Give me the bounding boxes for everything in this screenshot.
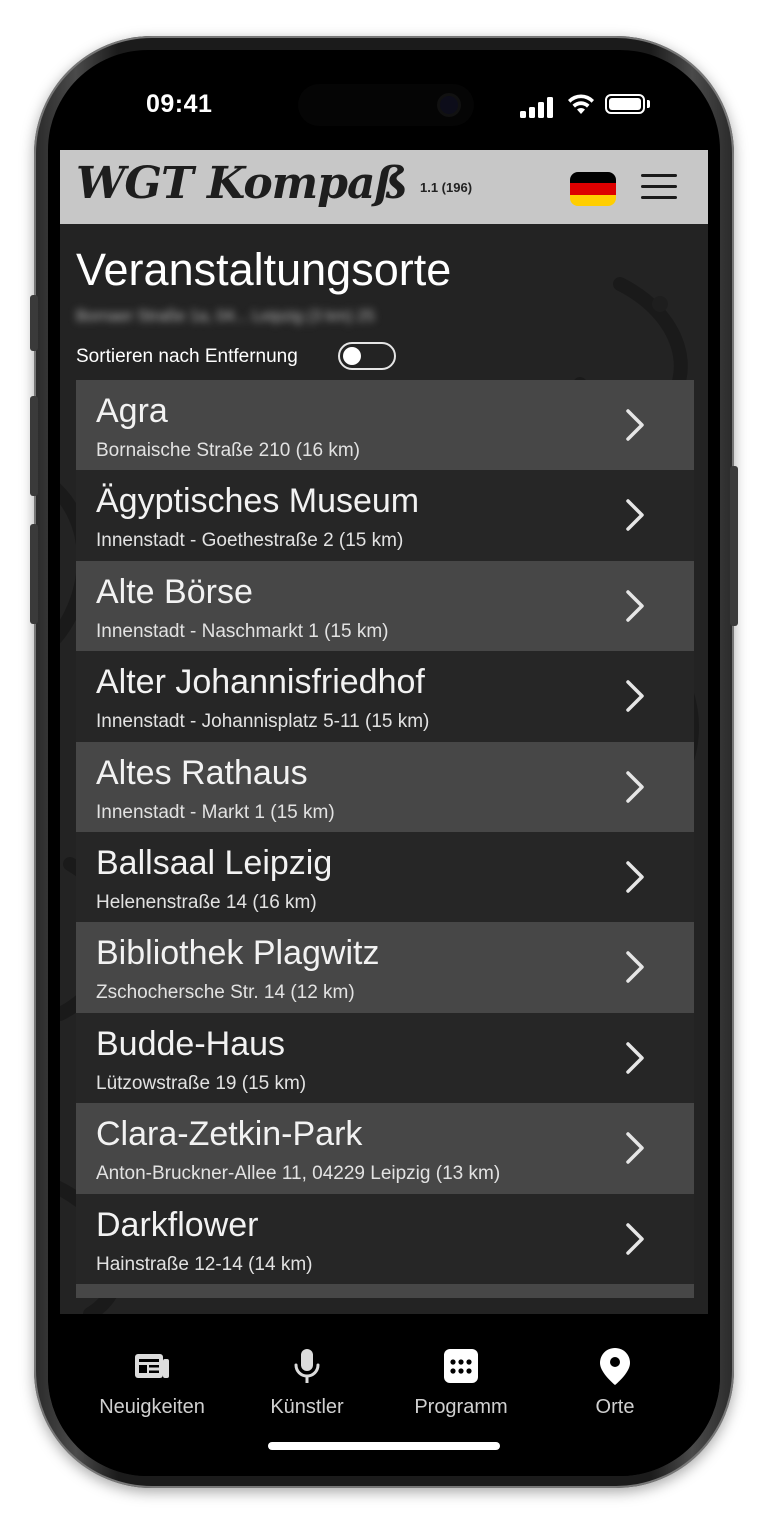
venue-row[interactable]: Ballsaal Leipzig Helenenstraße 14 (16 km… [76,831,694,923]
volume-up-button [30,396,38,496]
venue-address: Innenstadt - Johannisplatz 5-11 (15 km) [96,711,430,733]
sort-by-distance-toggle[interactable] [338,342,396,370]
venue-name: Bibliothek Plagwitz [96,934,380,973]
flag-stripe-red [570,183,616,195]
toggle-knob [343,347,361,365]
venue-row[interactable]: Bibliothek Plagwitz Zschochersche Str. 1… [76,922,694,1013]
venue-address: Lützowstraße 19 (15 km) [96,1072,307,1094]
tab-kuenstler[interactable]: Künstler [232,1346,382,1436]
venue-row[interactable]: Clara-Zetkin-Park Anton-Bruckner-Allee 1… [76,1103,694,1194]
calendar-grid-icon [444,1349,478,1383]
venue-address: Anton-Bruckner-Allee 11, 04229 Leipzig (… [96,1163,501,1185]
flag-stripe-gold [570,194,616,206]
screen: 09:41 WGT Kompaß 1.1 (196) Veranstaltung… [48,50,720,1476]
chevron-right-icon [626,1222,644,1255]
battery-icon [605,94,645,114]
venue-address: Helenenstraße 14 (16 km) [96,891,317,913]
venue-row[interactable]: Altes Rathaus Innenstadt - Markt 1 (15 k… [76,741,694,832]
wifi-icon [568,94,594,114]
mute-switch [30,295,38,351]
chevron-right-icon [626,409,644,441]
app-header: WGT Kompaß 1.1 (196) [60,150,708,224]
battery-tip [647,100,650,108]
venue-name: Alter Johannisfriedhof [96,663,425,702]
microphone-icon [294,1349,320,1383]
venue-row[interactable]: Darkflower Hainstraße 12-14 (14 km) [76,1193,694,1284]
sort-by-distance-label: Sortieren nach Entfernung [76,346,298,367]
venue-row[interactable]: Agra Bornaische Straße 210 (16 km) [76,380,694,471]
tab-bar: Neuigkeiten Künstler Programm Orte [48,1316,720,1476]
status-time: 09:41 [146,90,213,118]
newspaper-icon [135,1354,169,1378]
chevron-right-icon [626,861,644,893]
venue-name: Agra [96,392,168,430]
content-area: Veranstaltungsorte Bornaer Straße 1a, 04… [60,224,708,1314]
chevron-right-icon [626,1041,644,1074]
chevron-right-icon [626,499,644,532]
current-location-blurred: Bornaer Straße 1a, 04... Leipzig (3 km) … [76,308,375,325]
tab-neuigkeiten[interactable]: Neuigkeiten [77,1346,227,1436]
chevron-right-icon [626,680,644,712]
map-pin-icon [600,1348,630,1385]
tab-programm[interactable]: Programm [386,1346,536,1436]
chevron-right-icon [626,951,644,984]
tab-label: Programm [414,1396,508,1418]
venue-address: Innenstadt - Goethestraße 2 (15 km) [96,530,404,552]
cellular-signal-icon [520,96,554,118]
venue-name: Altes Rathaus [96,753,308,792]
venue-row[interactable]: Ägyptisches Museum Innenstadt - Goethest… [76,470,694,561]
venue-name: Clara-Zetkin-Park [96,1115,363,1154]
chevron-right-icon [626,590,644,622]
venue-row[interactable]: Budde-Haus Lützowstraße 19 (15 km) [76,1012,694,1104]
app-logo: WGT Kompaß [76,158,408,209]
venue-row-partial[interactable] [76,1283,694,1298]
german-flag-icon[interactable] [570,172,616,206]
chevron-right-icon [626,1132,644,1164]
power-button [730,466,738,626]
venue-row[interactable]: Alter Johannisfriedhof Innenstadt - Joha… [76,651,694,742]
venue-address: Zschochersche Str. 14 (12 km) [96,982,355,1004]
venue-row[interactable]: Alte Börse Innenstadt - Naschmarkt 1 (15… [76,560,694,652]
venue-name: Ballsaal Leipzig [96,843,333,882]
tab-label: Neuigkeiten [99,1396,205,1418]
venue-name: Darkflower [96,1205,259,1244]
venue-name: Budde-Haus [96,1024,286,1063]
venue-name: Ägyptisches Museum [96,482,420,521]
tab-label: Orte [595,1396,635,1418]
tab-orte[interactable]: Orte [540,1346,690,1436]
venue-address: Bornaische Straße 210 (16 km) [96,440,361,461]
venue-address: Hainstraße 12-14 (14 km) [96,1253,313,1275]
page-title: Veranstaltungsorte [76,244,452,295]
venue-address: Innenstadt - Naschmarkt 1 (15 km) [96,620,389,642]
chevron-right-icon [626,770,644,803]
app-version: 1.1 (196) [420,180,473,195]
venue-address: Innenstadt - Markt 1 (15 km) [96,801,335,823]
flag-stripe-black [570,172,616,184]
dynamic-island [298,84,474,126]
status-bar: 09:41 [48,50,720,148]
venue-name: Alte Börse [96,572,253,611]
venue-list: Agra Bornaische Straße 210 (16 km) Ägypt… [76,380,694,1298]
hamburger-menu-icon[interactable] [641,172,677,202]
tab-label: Künstler [270,1396,344,1418]
home-indicator[interactable] [268,1442,500,1450]
volume-down-button [30,524,38,624]
camera-icon [440,96,458,114]
